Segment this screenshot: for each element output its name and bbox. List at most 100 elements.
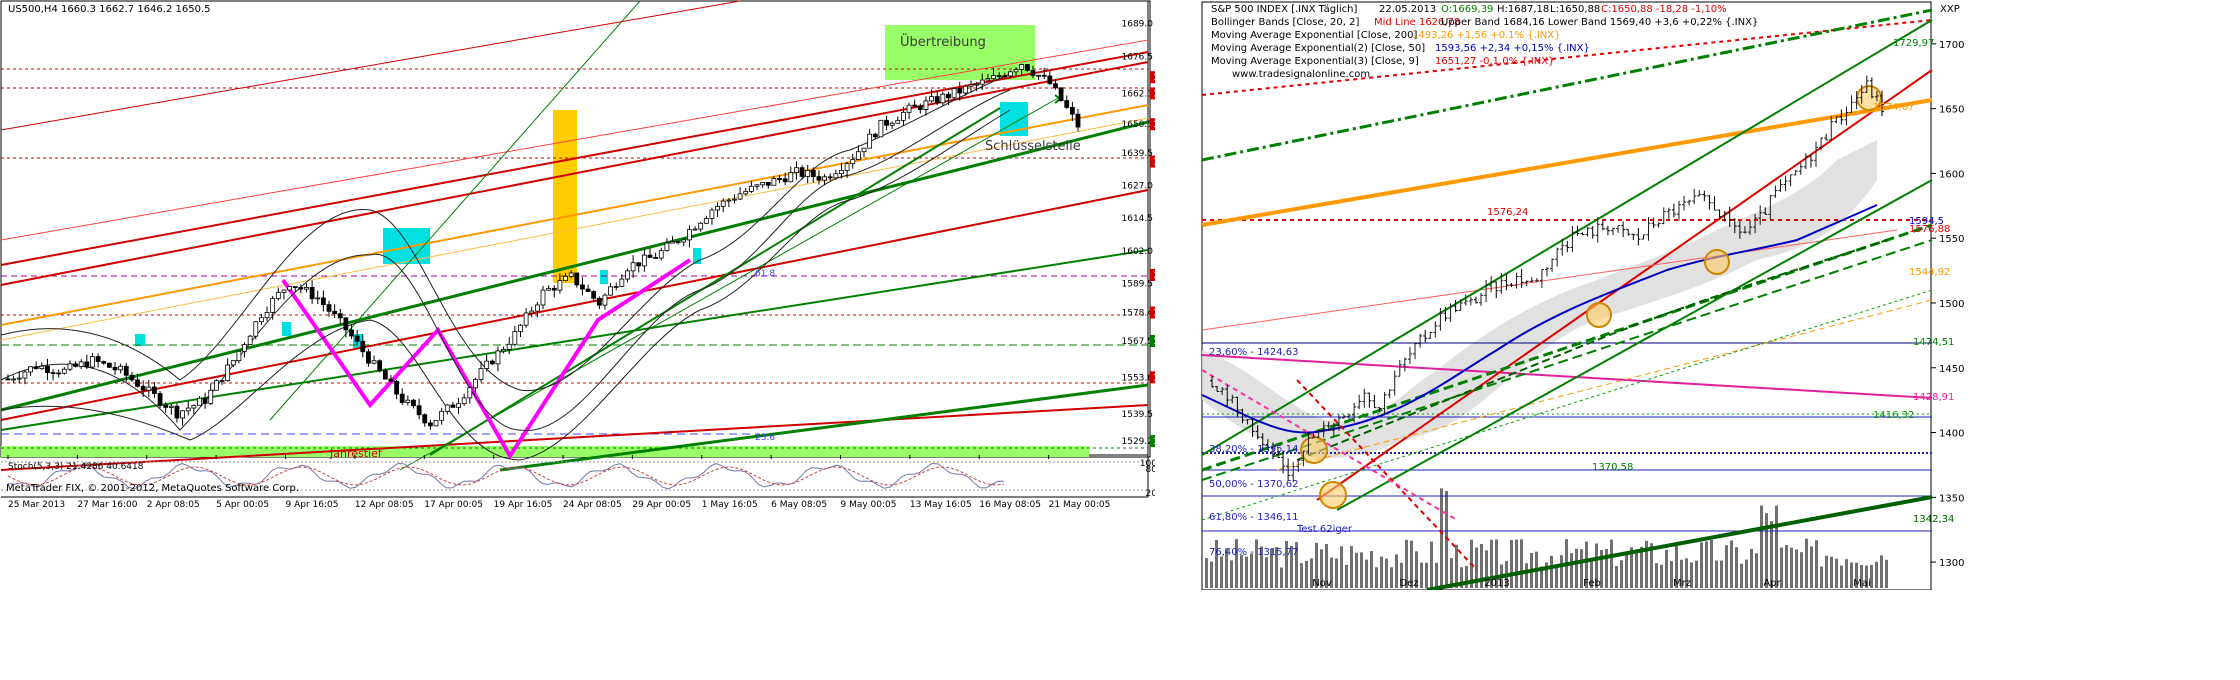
candle-body xyxy=(698,222,704,230)
candle-body xyxy=(405,399,411,403)
candle-body xyxy=(777,178,782,180)
candle-body xyxy=(681,239,687,243)
volume-bar xyxy=(1570,553,1573,588)
candle-body xyxy=(292,286,298,288)
candle-body xyxy=(242,344,247,352)
candle-body xyxy=(923,100,929,110)
candle-body xyxy=(687,229,692,241)
metatrader-chart-panel[interactable]: 1689.0 1676.5 1662.3 1650.5 1639.5 1627.0 1614… xyxy=(0,0,1186,512)
x-tick-label: 25 Mar 2013 xyxy=(8,500,65,510)
volume-bar xyxy=(1755,553,1758,588)
candle-body xyxy=(529,310,535,314)
candle-body xyxy=(985,78,991,81)
candle-body xyxy=(281,289,287,293)
x-tick-label: 2013 xyxy=(1484,578,1509,589)
tradesignal-chart-panel[interactable]: 1700 1650 1600 1550 1500 1450 1400 1350 1300 Nov… xyxy=(1197,0,1970,592)
candle-body xyxy=(56,372,62,375)
candle-body xyxy=(309,286,315,300)
candle-body xyxy=(602,294,608,306)
fib-618-label: 61,80% - 1346,11 xyxy=(1209,512,1298,523)
candle-body xyxy=(332,310,338,315)
fib-764-label: 76,40% - 1315,77 xyxy=(1209,547,1298,558)
candle-body xyxy=(112,366,118,371)
value-1576-right-label: 1576,88 xyxy=(1909,224,1950,235)
candle-body xyxy=(320,297,326,306)
key-spot-label: Schlüsselstelle xyxy=(985,139,1081,154)
x-tick-label: 17 Apr 00:05 xyxy=(424,500,483,510)
candle-body xyxy=(788,172,794,183)
volume-bar xyxy=(1635,552,1638,588)
volume-bar xyxy=(1335,558,1338,588)
candle-body xyxy=(760,181,766,186)
candle-body xyxy=(360,340,366,353)
candle-body xyxy=(546,287,552,291)
candle-body xyxy=(653,257,659,259)
metatrader-chart[interactable]: 1689.0 1676.5 1662.3 1650.5 1639.5 1627.0 1614… xyxy=(0,0,1186,512)
candle-body xyxy=(951,88,957,99)
x-tick-label: 9 Apr 16:05 xyxy=(286,500,339,510)
candle-body xyxy=(974,83,980,86)
x-tick-label: 13 May 16:05 xyxy=(910,500,972,510)
x-tick-label: Mai xyxy=(1853,578,1871,589)
candle-body xyxy=(236,350,242,362)
fib-small-left: 23.6 xyxy=(755,433,775,443)
header-symbol: S&P 500 INDEX [.INX Täglich] xyxy=(1211,4,1357,15)
volume-bar xyxy=(1395,554,1398,588)
candle-body xyxy=(253,321,259,337)
volume-bar xyxy=(1805,538,1808,588)
volume-bar xyxy=(1710,539,1713,588)
candle-body xyxy=(822,176,827,181)
volume-bar xyxy=(1455,544,1458,588)
candle-body xyxy=(1047,75,1053,85)
candle-body xyxy=(889,122,895,126)
fib-50-label: 50,00% - 1370,62 xyxy=(1209,479,1298,490)
volume-bar xyxy=(1355,552,1358,588)
volume-bar xyxy=(1210,561,1213,588)
volume-bar xyxy=(1705,541,1708,588)
volume-bar xyxy=(1610,539,1613,588)
volume-bar xyxy=(1760,505,1763,588)
y-tick-label: 1602.0 xyxy=(1122,247,1154,257)
candle-body xyxy=(946,93,951,99)
candle-body xyxy=(1053,83,1058,89)
tradesignal-chart[interactable]: 1700 1650 1600 1550 1500 1450 1400 1350 1300 Nov… xyxy=(1197,0,1970,592)
candle-body xyxy=(1064,100,1070,108)
stoch-label: Stoch(5,3,3) 21.4286 40.6418 xyxy=(8,462,144,472)
volume-bar xyxy=(1525,563,1528,588)
fib-38-label: 38,20% - 1395,14 xyxy=(1209,444,1298,455)
y-tick-label: 1589.5 xyxy=(1122,280,1154,290)
candle-body xyxy=(427,422,433,427)
test-label: Test 62iger xyxy=(1296,524,1353,535)
candle-body xyxy=(658,250,664,259)
site-watermark: www.tradesignalonline.com xyxy=(1232,69,1370,80)
volume-bar xyxy=(1350,546,1353,588)
price-tag-label: 1636.2 xyxy=(1153,158,1155,168)
candle-body xyxy=(630,262,636,272)
volume-bar xyxy=(1360,552,1363,588)
volume-bar xyxy=(1735,547,1738,588)
candle-body xyxy=(929,96,934,102)
candle-body xyxy=(799,167,805,177)
candle-body xyxy=(343,317,349,331)
candle-body xyxy=(377,360,383,372)
candle-body xyxy=(123,365,129,376)
candle-body xyxy=(861,147,867,153)
candle-body xyxy=(22,371,28,379)
y-tick-label: 1614.5 xyxy=(1122,214,1154,224)
header-low: L:1650,88 xyxy=(1550,4,1600,15)
candle-body xyxy=(287,286,292,291)
candle-body xyxy=(664,242,670,251)
volume-bar xyxy=(1885,559,1888,588)
osc-tick-80: 80 xyxy=(1146,465,1155,475)
x-tick-label: 2 Apr 08:05 xyxy=(147,500,200,510)
candle-body xyxy=(878,119,884,138)
candle-body xyxy=(934,96,940,104)
candle-body xyxy=(962,85,968,94)
volume-bar xyxy=(1875,561,1878,588)
candle-body xyxy=(478,368,484,380)
volume-bar xyxy=(1370,551,1373,588)
volume-bar xyxy=(1300,563,1303,588)
candle-body xyxy=(146,386,152,391)
volume-bar xyxy=(1620,560,1623,588)
candle-body xyxy=(337,313,343,319)
